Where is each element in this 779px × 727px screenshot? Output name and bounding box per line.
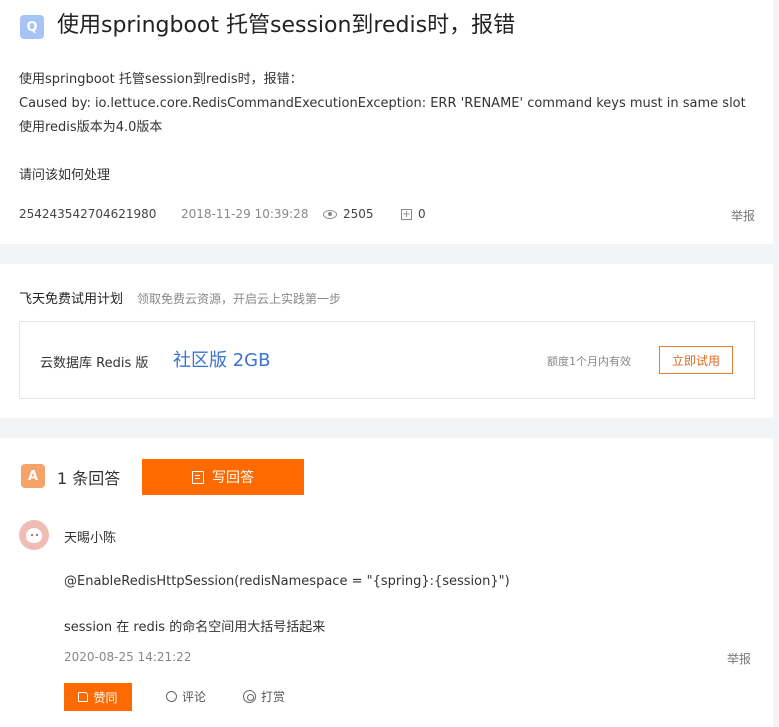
eye-icon bbox=[323, 209, 337, 219]
collect-count-value: 0 bbox=[418, 207, 426, 221]
avatar-eye bbox=[31, 534, 33, 536]
view-count-value: 2505 bbox=[343, 207, 374, 221]
edit-icon bbox=[192, 470, 204, 484]
question-body: 使用springboot 托管session到redis时，报错： Caused… bbox=[19, 68, 759, 188]
promo-subtitle: 领取免费云资源，开启云上实践第一步 bbox=[137, 292, 342, 306]
avatar[interactable] bbox=[19, 520, 49, 550]
answer-text-line: session 在 redis 的命名空间用大括号括起来 bbox=[64, 620, 326, 635]
comment-button[interactable]: 评论 bbox=[166, 688, 206, 705]
answer-count: 1 条回答 bbox=[57, 469, 121, 488]
question-date: 2018-11-29 10:39:28 bbox=[181, 207, 309, 221]
question-body-line: Caused by: io.lettuce.core.RedisCommandE… bbox=[19, 96, 746, 111]
write-answer-label: 写回答 bbox=[212, 470, 254, 486]
promo-title: 飞天免费试用计划 bbox=[19, 292, 124, 307]
question-user-id[interactable]: 254243542704621980 bbox=[19, 207, 156, 221]
question-title: 使用springboot 托管session到redis时，报错 bbox=[57, 13, 516, 38]
answer-badge: A bbox=[21, 464, 45, 488]
tip-label: 打赏 bbox=[261, 690, 286, 704]
report-link[interactable]: 举报 bbox=[731, 207, 755, 224]
promo-quota-note: 额度1个月内有效 bbox=[547, 355, 631, 368]
question-body-line: 请问该如何处理 bbox=[19, 168, 111, 183]
collect-button[interactable]: + 0 bbox=[401, 207, 426, 221]
write-answer-button[interactable]: 写回答 bbox=[142, 459, 304, 495]
promo-product-box: 云数据库 Redis 版 社区版 2GB 额度1个月内有效 立即试用 bbox=[19, 321, 755, 399]
promo-header: 飞天免费试用计划 领取免费云资源，开启云上实践第一步 bbox=[19, 288, 341, 307]
avatar-face bbox=[26, 528, 42, 543]
comment-icon bbox=[166, 691, 177, 702]
answers-card: A 1 条回答 写回答 天晹小陈 @EnableRedisHttpSession… bbox=[0, 438, 773, 727]
avatar-eye bbox=[36, 534, 38, 536]
promo-product-name: 云数据库 Redis 版 bbox=[40, 356, 149, 371]
question-body-line: 使用springboot 托管session到redis时，报错： bbox=[19, 72, 303, 87]
like-label: 赞同 bbox=[93, 690, 118, 705]
question-body-line: 使用redis版本为4.0版本 bbox=[19, 120, 163, 135]
answer-date: 2020-08-25 14:21:22 bbox=[64, 650, 192, 664]
thumbs-up-icon bbox=[78, 692, 89, 702]
question-badge: Q bbox=[20, 15, 44, 39]
plus-box-icon: + bbox=[401, 208, 412, 220]
comment-label: 评论 bbox=[182, 690, 207, 704]
question-meta: 254243542704621980 2018-11-29 10:39:28 2… bbox=[19, 207, 755, 225]
promo-product-spec[interactable]: 社区版 2GB bbox=[173, 346, 270, 372]
like-button[interactable]: 赞同 bbox=[64, 683, 132, 711]
try-now-button[interactable]: 立即试用 bbox=[659, 346, 733, 374]
view-count: 2505 bbox=[323, 207, 374, 221]
answer-text-line: @EnableRedisHttpSession(redisNamespace =… bbox=[64, 574, 510, 589]
tip-button[interactable]: 打赏 bbox=[243, 688, 285, 705]
answer-username[interactable]: 天晹小陈 bbox=[64, 527, 116, 546]
question-body-blank-line bbox=[19, 140, 759, 164]
promo-card: 飞天免费试用计划 领取免费云资源，开启云上实践第一步 云数据库 Redis 版 社… bbox=[0, 264, 773, 418]
answer-report-link[interactable]: 举报 bbox=[727, 650, 751, 667]
question-card: Q 使用springboot 托管session到redis时，报错 使用spr… bbox=[0, 0, 773, 244]
coin-icon bbox=[243, 690, 256, 703]
